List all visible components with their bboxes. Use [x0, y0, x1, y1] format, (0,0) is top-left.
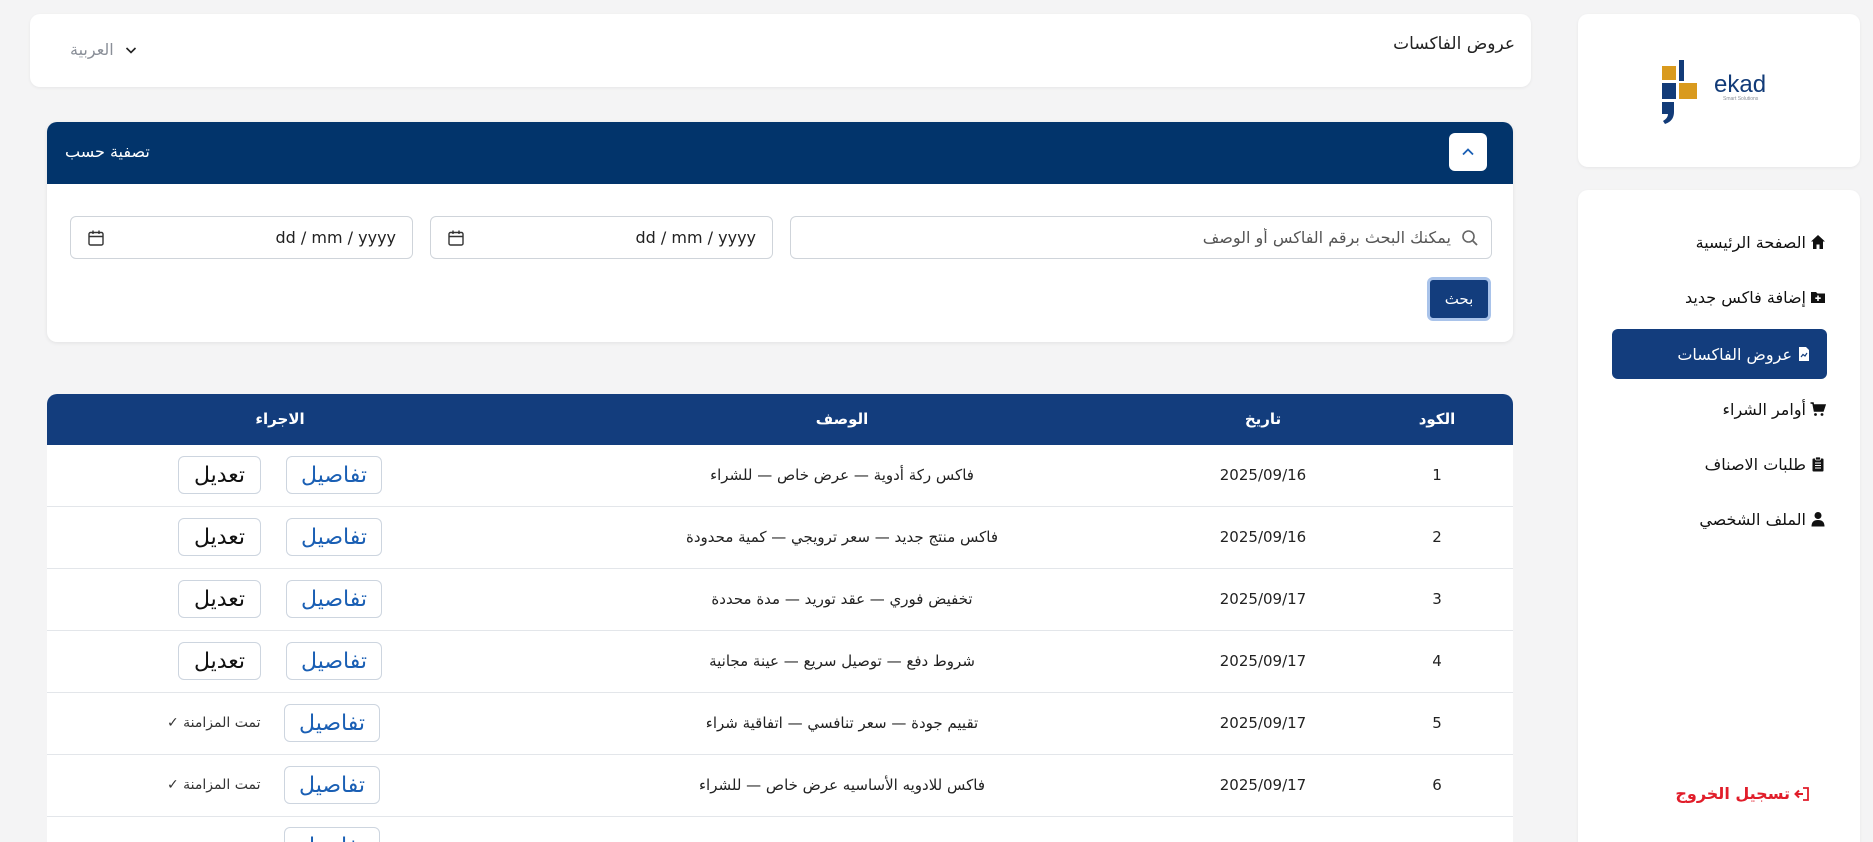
cell-code: 1	[1432, 466, 1442, 484]
cell-date: 2025/09/17	[1219, 590, 1307, 608]
cell-description: فاكس للادويه الأساسيه عرض خاص — للشراء	[698, 776, 986, 794]
synced-status: تمت المزامنة ✓	[167, 715, 261, 731]
collapse-button[interactable]	[1449, 133, 1487, 171]
date-from-value: dd / mm / yyyy	[275, 228, 396, 247]
column-header-actions: الاجراء	[255, 410, 305, 428]
user-icon	[1811, 512, 1825, 527]
sidebar-item-add-fax[interactable]: إضافة فاكس جديد	[1685, 272, 1826, 322]
folder-plus-icon	[1811, 292, 1825, 303]
cell-code: 6	[1432, 776, 1442, 794]
search-input[interactable]	[801, 217, 1451, 258]
filter-panel: تصفية حسب dd / mm / yyyy dd / mm / yyyy …	[47, 122, 1513, 342]
column-header-date: تاريخ	[1244, 410, 1282, 428]
language-selector[interactable]: العربية	[70, 40, 138, 59]
search-icon	[1462, 230, 1478, 246]
column-header-code: الكود	[1418, 410, 1456, 428]
sidebar-nav: الصفحة الرئيسية إضافة فاكس جديد عروض الف…	[1578, 190, 1860, 842]
page-title: عروض الفاكسات	[1393, 34, 1515, 54]
table-row: 2 2025/09/16 فاكس منتج جديد — سعر ترويجي…	[47, 507, 1513, 569]
table-row: 4 2025/09/17 شروط دفع — توصيل سريع — عين…	[47, 631, 1513, 693]
search-button[interactable]: بحث	[1427, 277, 1491, 321]
top-header: عروض الفاكسات العربية	[30, 14, 1531, 87]
fax-offers-table: الكود تاريخ الوصف الاجراء 1 2025/09/16 ف…	[47, 394, 1513, 842]
logo-card: ekad Smart Solutions	[1578, 14, 1860, 167]
details-button[interactable]: تفاصيل	[284, 827, 380, 842]
synced-status: تمت المزامنة ✓	[167, 777, 261, 793]
sidebar-item-home[interactable]: الصفحة الرئيسية	[1696, 217, 1826, 267]
table-row: تفاصيل	[47, 817, 1513, 842]
date-to-value: dd / mm / yyyy	[635, 228, 756, 247]
details-button[interactable]: تفاصيل	[284, 766, 380, 804]
chevron-up-icon	[1462, 148, 1474, 156]
clipboard-list-icon	[1812, 456, 1824, 472]
cell-description: فاكس منتج جديد — سعر ترويجي — كمية محدود…	[685, 528, 999, 546]
table-row: 1 2025/09/16 فاكس ركة أدوية — عرض خاص — …	[47, 445, 1513, 507]
cell-date: 2025/09/16	[1219, 466, 1307, 484]
cell-description: تخفيض فوري — عقد توريد — مدة محددة	[711, 590, 973, 608]
language-label: العربية	[70, 40, 114, 59]
sidebar-item-label: إضافة فاكس جديد	[1685, 287, 1806, 307]
edit-button[interactable]: تعديل	[178, 456, 261, 494]
cell-code: 5	[1432, 714, 1442, 732]
edit-button[interactable]: تعديل	[178, 518, 261, 556]
search-field[interactable]	[790, 216, 1492, 259]
cell-code: 3	[1432, 590, 1442, 608]
cell-date: 2025/09/17	[1219, 776, 1307, 794]
details-button[interactable]: تفاصيل	[286, 642, 382, 680]
logout-label: تسجيل الخروج	[1675, 784, 1790, 803]
date-to-field[interactable]: dd / mm / yyyy	[430, 216, 773, 259]
home-icon	[1811, 235, 1825, 249]
column-header-description: الوصف	[815, 410, 869, 428]
sidebar-item-label: عروض الفاكسات	[1677, 344, 1792, 364]
details-button[interactable]: تفاصيل	[284, 704, 380, 742]
calendar-icon	[88, 230, 104, 246]
logo-subtext: Smart Solutions	[1723, 96, 1759, 102]
cell-description: تقييم جودة — سعر تنافسي — اتفاقية شراء	[705, 714, 979, 732]
sidebar-item-label: الصفحة الرئيسية	[1695, 232, 1806, 252]
table-row: 5 2025/09/17 تقييم جودة — سعر تنافسي — ا…	[47, 693, 1513, 755]
filter-header: تصفية حسب	[47, 122, 1513, 184]
table-row: 6 2025/09/17 فاكس للادويه الأساسيه عرض خ…	[47, 755, 1513, 817]
cell-description: فاكس ركة أدوية — عرض خاص — للشراء	[710, 466, 974, 484]
date-from-field[interactable]: dd / mm / yyyy	[70, 216, 413, 259]
cell-code: 2	[1432, 528, 1442, 546]
file-chart-icon	[1799, 347, 1809, 361]
cell-description: شروط دفع — توصيل سريع — عينة مجانية	[709, 652, 975, 670]
edit-button[interactable]: تعديل	[178, 642, 261, 680]
cell-date: 2025/09/16	[1219, 528, 1307, 546]
chevron-down-icon	[125, 46, 136, 54]
cart-icon	[1810, 402, 1826, 416]
ekad-logo[interactable]: ekad Smart Solutions	[1662, 58, 1772, 128]
sidebar-item-fax-offers[interactable]: عروض الفاكسات	[1612, 329, 1827, 379]
cell-date: 2025/09/17	[1219, 714, 1307, 732]
details-button[interactable]: تفاصيل	[286, 456, 382, 494]
calendar-icon	[448, 230, 464, 246]
filter-title: تصفية حسب	[65, 142, 150, 161]
logo-text: ekad	[1714, 71, 1766, 98]
sidebar-item-label: أوامر الشراء	[1722, 399, 1807, 419]
cell-code: 4	[1432, 652, 1442, 670]
logout-button[interactable]: تسجيل الخروج	[1675, 784, 1810, 803]
table-header: الكود تاريخ الوصف الاجراء	[47, 394, 1513, 445]
sign-out-icon	[1794, 786, 1809, 801]
details-button[interactable]: تفاصيل	[286, 518, 382, 556]
sidebar-item-profile[interactable]: الملف الشخصي	[1699, 494, 1826, 544]
table-row: 3 2025/09/17 تخفيض فوري — عقد توريد — مد…	[47, 569, 1513, 631]
sidebar-item-label: الملف الشخصي	[1699, 509, 1806, 529]
sidebar-item-item-requests[interactable]: طلبات الاصناف	[1705, 439, 1826, 489]
edit-button[interactable]: تعديل	[178, 580, 261, 618]
details-button[interactable]: تفاصيل	[286, 580, 382, 618]
sidebar-item-label: طلبات الاصناف	[1704, 454, 1806, 474]
sidebar-item-purchase-orders[interactable]: أوامر الشراء	[1722, 384, 1826, 434]
cell-date: 2025/09/17	[1219, 652, 1307, 670]
